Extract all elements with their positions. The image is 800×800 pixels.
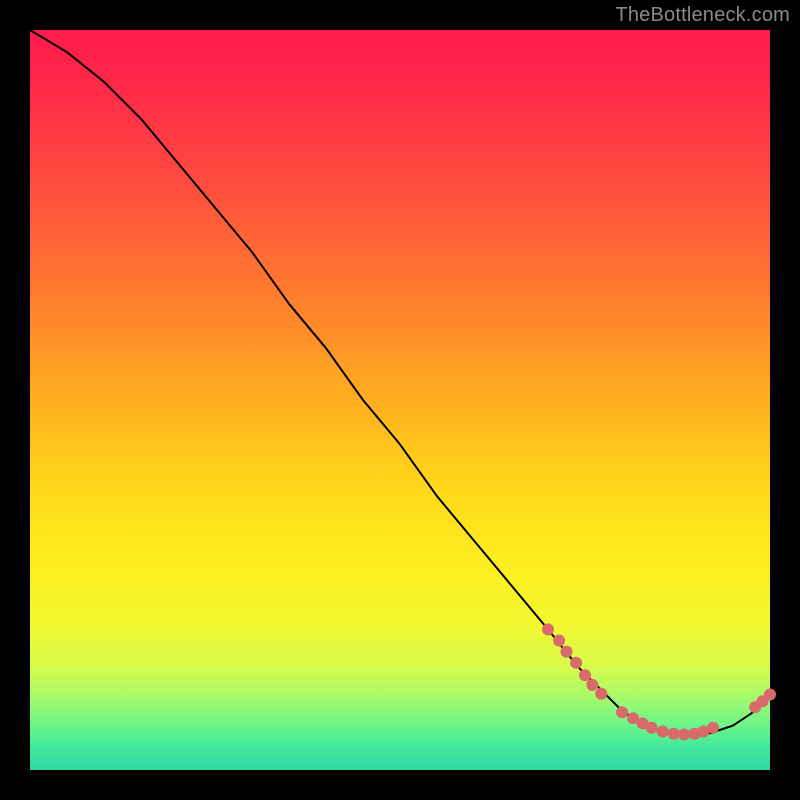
bottleneck-curve (30, 30, 770, 737)
data-marker (646, 722, 658, 734)
watermark-text: TheBottleneck.com (615, 4, 790, 27)
data-marker (678, 729, 690, 741)
data-markers (542, 623, 776, 740)
data-marker (542, 623, 554, 635)
data-marker (579, 669, 591, 681)
data-marker (595, 688, 607, 700)
data-marker (586, 679, 598, 691)
data-marker (707, 722, 719, 734)
data-marker (570, 657, 582, 669)
data-marker (668, 728, 680, 740)
data-marker (657, 726, 669, 738)
data-marker (553, 635, 565, 647)
data-marker (616, 706, 628, 718)
chart-stage: TheBottleneck.com (0, 0, 800, 800)
data-marker (764, 689, 776, 701)
plot-svg (30, 30, 770, 770)
data-marker (561, 646, 573, 658)
plot-area (30, 30, 770, 770)
